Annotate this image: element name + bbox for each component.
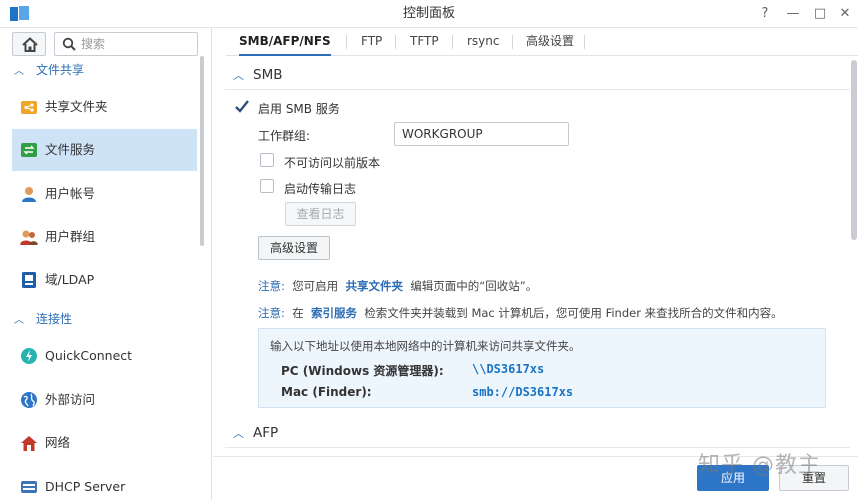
transfer-log-label: 启动传输日志	[284, 182, 357, 196]
search-input[interactable]: 搜索	[54, 32, 198, 56]
tab-separator	[452, 35, 453, 49]
view-log-button[interactable]: 查看日志	[285, 202, 356, 226]
tab-ftp[interactable]: FTP	[361, 28, 382, 56]
tab-separator	[395, 35, 396, 49]
sidebar-item-external-access[interactable]: 外部访问	[12, 379, 197, 421]
section-connectivity[interactable]: ︿ 连接性	[14, 308, 72, 330]
chevron-up-icon: ︿	[14, 66, 24, 77]
enable-smb-checkbox[interactable]	[234, 99, 249, 113]
sidebar-item-dhcp-server[interactable]: DHCP Server	[12, 466, 197, 500]
tab-smb-afp-nfs[interactable]: SMB/AFP/NFS	[239, 28, 331, 56]
minimize-button[interactable]: —	[784, 5, 802, 23]
note-indexing: 注意: 在 索引服务 检索文件夹并装载到 Mac 计算机后，您可使用 Finde…	[258, 306, 783, 320]
advanced-settings-button[interactable]: 高级设置	[258, 236, 330, 260]
maximize-button[interactable]: □	[811, 5, 829, 23]
shared-folder-link[interactable]: 共享文件夹	[346, 279, 404, 293]
tab-tftp[interactable]: TFTP	[410, 28, 439, 56]
pc-path-label: PC (Windows 资源管理器):	[281, 364, 444, 378]
section-divider	[225, 89, 850, 90]
workgroup-label: 工作群组:	[258, 129, 311, 143]
group-icon	[20, 230, 38, 245]
dhcp-icon	[21, 481, 37, 493]
sidebar-item-user-account[interactable]: 用户帐号	[12, 173, 197, 215]
tab-bar: SMB/AFP/NFS FTP TFTP rsync 高级设置	[226, 28, 858, 56]
main-panel: ︿ SMB 启用 SMB 服务 工作群组: WORKGROUP 不可访问以前版本 …	[213, 57, 858, 500]
sidebar-scrollbar[interactable]	[200, 56, 204, 246]
shared-folder-icon	[21, 101, 37, 114]
home-icon	[22, 37, 38, 52]
access-info-intro: 输入以下地址以使用本地网络中的计算机来访问共享文件夹。	[270, 339, 581, 353]
indexing-service-link[interactable]: 索引服务	[311, 306, 357, 320]
window-title: 控制面板	[402, 6, 455, 21]
tab-rsync[interactable]: rsync	[467, 28, 500, 56]
checkmark-icon	[235, 100, 249, 113]
prev-versions-label: 不可访问以前版本	[284, 156, 381, 170]
chevron-up-icon: ︿	[14, 315, 24, 326]
smb-section-header[interactable]: ︿ SMB	[233, 67, 282, 83]
footer-bar: 应用 重置 知乎 @教主	[213, 453, 858, 500]
prev-versions-checkbox[interactable]	[260, 153, 274, 167]
section-file-sharing[interactable]: ︿ 文件共享	[14, 59, 84, 81]
enable-smb-label: 启用 SMB 服务	[258, 102, 340, 116]
note-recycle-bin: 注意: 您可启用 共享文件夹 编辑页面中的“回收站”。	[258, 279, 538, 293]
network-home-icon	[21, 436, 37, 451]
mac-path-value: smb://DS3617xs	[472, 385, 574, 399]
globe-icon	[21, 392, 37, 408]
watermark: 知乎 @教主	[698, 453, 821, 478]
domain-ldap-icon	[22, 272, 36, 288]
pc-path-value: \\DS3617xs	[472, 362, 545, 376]
file-services-icon	[21, 143, 37, 157]
sidebar-item-user-group[interactable]: 用户群组	[12, 216, 197, 258]
tab-separator	[584, 35, 585, 49]
user-icon	[22, 187, 36, 202]
chevron-up-icon: ︿	[233, 69, 244, 82]
help-button[interactable]: ?	[756, 5, 774, 23]
mac-path-label: Mac (Finder):	[281, 385, 372, 399]
sidebar-item-file-services[interactable]: 文件服务	[12, 129, 197, 171]
sidebar-item-quickconnect[interactable]: QuickConnect	[12, 335, 197, 377]
transfer-log-checkbox[interactable]	[260, 179, 274, 193]
sidebar-item-shared-folder[interactable]: 共享文件夹	[12, 86, 197, 128]
main-scrollbar[interactable]	[851, 60, 857, 240]
sidebar: 搜索 ︿ 文件共享 共享文件夹 文件服务 用户帐号 用户群组 域/LDAP ︿ 连接…	[0, 28, 212, 500]
afp-section-header[interactable]: ︿ AFP	[233, 425, 278, 441]
title-bar: 控制面板 ? — □ ✕	[0, 0, 858, 28]
close-button[interactable]: ✕	[836, 5, 854, 23]
workgroup-input[interactable]: WORKGROUP	[394, 122, 569, 146]
home-button[interactable]	[12, 32, 46, 56]
tab-separator	[346, 35, 347, 49]
chevron-up-icon: ︿	[233, 427, 244, 440]
search-placeholder: 搜索	[81, 37, 106, 51]
sidebar-item-domain-ldap[interactable]: 域/LDAP	[12, 259, 197, 301]
search-icon	[62, 37, 76, 51]
quickconnect-icon	[21, 348, 37, 364]
sidebar-item-network[interactable]: 网络	[12, 422, 197, 464]
tab-advanced-settings[interactable]: 高级设置	[526, 28, 574, 56]
tab-separator	[512, 35, 513, 49]
access-info-box: 输入以下地址以使用本地网络中的计算机来访问共享文件夹。 PC (Windows …	[258, 328, 826, 408]
